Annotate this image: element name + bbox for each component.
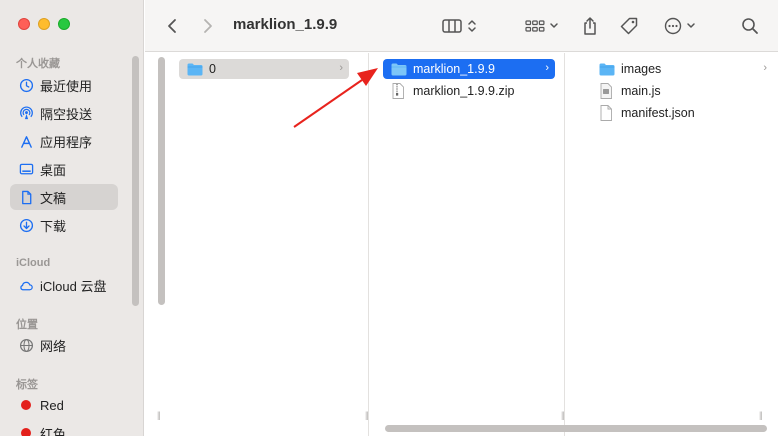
- sidebar-item-label: 隔空投送: [40, 106, 93, 122]
- sidebar-item-downloads[interactable]: 下载: [10, 212, 118, 238]
- item-name: images: [621, 62, 662, 76]
- desktop-icon: [18, 161, 34, 177]
- icloud-header: iCloud: [16, 257, 51, 269]
- chevron-down-icon: [550, 23, 558, 28]
- horizontal-scrollbar[interactable]: [385, 425, 767, 432]
- chevron-right-icon: [204, 19, 212, 33]
- sidebar-item-network[interactable]: 网络: [10, 332, 118, 358]
- item-name: main.js: [621, 84, 661, 98]
- file-icon: [599, 105, 615, 121]
- sidebar-item-label: 文稿: [40, 190, 67, 206]
- minimize-window-button[interactable]: [38, 18, 50, 30]
- item-name: marklion_1.9.9: [413, 62, 495, 76]
- share-icon: [584, 17, 596, 35]
- zip-file-icon: [391, 83, 407, 99]
- column-1: 0 › ||: [145, 53, 369, 436]
- sidebar-item-label: 红色: [40, 426, 67, 436]
- sidebar-item-applications[interactable]: 应用程序: [10, 128, 118, 154]
- js-file-icon: [599, 83, 615, 99]
- network-icon: [18, 337, 34, 353]
- forward-button[interactable]: [197, 14, 219, 38]
- window-title: marklion_1.9.9: [233, 16, 338, 33]
- ellipsis-circle-icon: [664, 17, 682, 35]
- sidebar-scrollbar[interactable]: [132, 56, 139, 306]
- sidebar-item-label: 网络: [40, 338, 67, 354]
- document-icon: [18, 189, 34, 205]
- red-tag-icon: [18, 425, 34, 436]
- sidebar-item-label: 应用程序: [40, 134, 93, 150]
- folder-icon: [599, 62, 615, 76]
- sidebar-item-documents[interactable]: 文稿: [10, 184, 118, 210]
- search-icon: [742, 18, 758, 34]
- sidebar-item-label: 最近使用: [40, 78, 93, 94]
- chevron-updown-icon: [467, 20, 476, 32]
- list-item-folder[interactable]: 0 ›: [179, 59, 349, 79]
- sidebar-item-label: iCloud 云盘: [40, 278, 107, 294]
- list-item-js[interactable]: main.js: [591, 81, 773, 101]
- search-button[interactable]: [739, 14, 761, 38]
- red-tag-icon: [18, 397, 34, 413]
- item-name: manifest.json: [621, 106, 695, 120]
- sidebar-item-icloud-drive[interactable]: iCloud 云盘: [10, 272, 118, 298]
- apps-icon: [18, 133, 34, 149]
- chevron-left-icon: [168, 19, 176, 33]
- list-item-zip[interactable]: marklion_1.9.9.zip: [383, 81, 555, 101]
- tags-button[interactable]: [617, 14, 641, 38]
- airdrop-icon: [18, 105, 34, 121]
- sidebar-item-tag-red[interactable]: Red: [10, 392, 118, 418]
- zoom-window-button[interactable]: [58, 18, 70, 30]
- sidebar-item-recents[interactable]: 最近使用: [10, 72, 118, 98]
- window-controls: [18, 18, 70, 30]
- column-2: marklion_1.9.9 › marklion_1.9.9.zip ||: [365, 53, 565, 436]
- column-resize-handle[interactable]: ||: [561, 410, 565, 420]
- chevron-right-icon: ›: [339, 62, 343, 74]
- locations-header: 位置: [16, 319, 38, 331]
- back-button[interactable]: [161, 14, 183, 38]
- list-item-json[interactable]: manifest.json: [591, 103, 773, 123]
- column-resize-handle[interactable]: ||: [365, 410, 369, 420]
- column-resize-handle[interactable]: ||: [759, 410, 763, 420]
- item-name: marklion_1.9.9.zip: [413, 84, 515, 98]
- clock-icon: [18, 77, 34, 93]
- share-button[interactable]: [579, 14, 601, 38]
- sidebar-item-airdrop[interactable]: 隔空投送: [10, 100, 118, 126]
- tags-header: 标签: [16, 379, 38, 391]
- column-browser: 0 › || marklion_1.9.9 › marklion_1.9.9.z…: [145, 53, 778, 436]
- chevron-right-icon: ›: [763, 62, 767, 74]
- sidebar-item-desktop[interactable]: 桌面: [10, 156, 118, 182]
- cloud-icon: [18, 277, 34, 293]
- view-mode-button[interactable]: [437, 14, 481, 38]
- sidebar-item-label: Red: [40, 397, 64, 413]
- list-item-folder-selected[interactable]: marklion_1.9.9 ›: [383, 59, 555, 79]
- close-window-button[interactable]: [18, 18, 30, 30]
- favorites-header: 个人收藏: [16, 58, 60, 70]
- grid-icon: [525, 20, 545, 32]
- sidebar: 个人收藏 最近使用 隔空投送 应用程序 桌面 文稿 下载 iCloud iClo…: [0, 0, 144, 436]
- columns-view-icon: [441, 19, 462, 33]
- tag-icon: [620, 17, 638, 35]
- more-actions-button[interactable]: [661, 14, 699, 38]
- download-icon: [18, 217, 34, 233]
- column-1-scrollbar[interactable]: [158, 57, 165, 305]
- item-name: 0: [209, 62, 216, 76]
- column-3: images › main.js manifest.json || ||: [561, 53, 778, 436]
- toolbar: marklion_1.9.9: [145, 0, 778, 52]
- folder-icon: [187, 62, 203, 76]
- list-item-folder[interactable]: images ›: [591, 59, 773, 79]
- sidebar-item-label: 下载: [40, 218, 67, 234]
- chevron-down-icon: [687, 23, 695, 28]
- group-button[interactable]: [523, 14, 561, 38]
- sidebar-item-tag-hongse[interactable]: 红色: [10, 420, 118, 436]
- folder-icon: [391, 62, 407, 76]
- column-resize-handle[interactable]: ||: [157, 410, 161, 420]
- sidebar-item-label: 桌面: [40, 162, 67, 178]
- chevron-right-icon: ›: [545, 62, 549, 74]
